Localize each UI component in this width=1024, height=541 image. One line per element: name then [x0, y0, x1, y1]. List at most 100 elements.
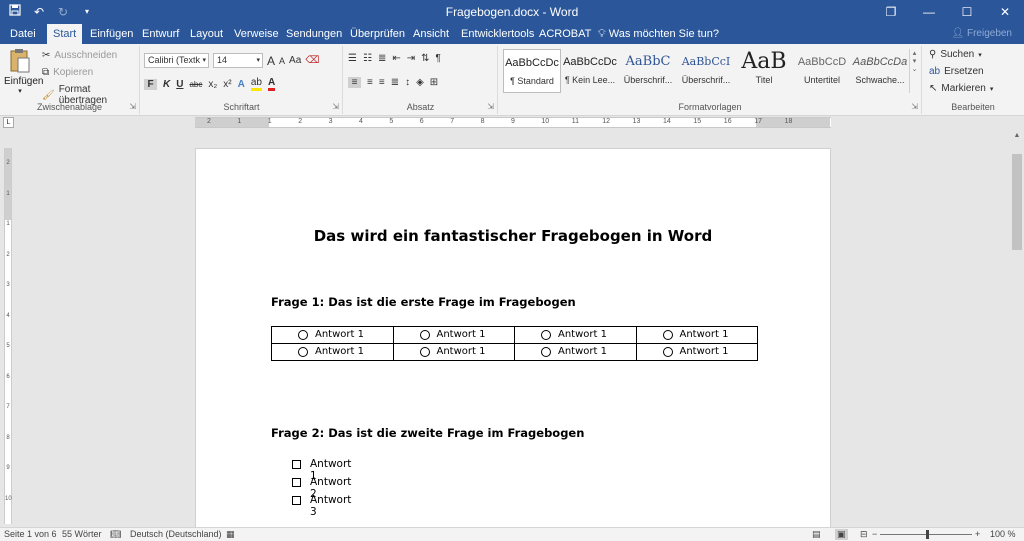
grow-font-button[interactable]: A	[267, 54, 275, 68]
paste-dropdown-icon[interactable]: ▾	[4, 87, 36, 95]
table-cell[interactable]: Antwort 1	[271, 326, 394, 344]
zoom-level[interactable]: 100 %	[990, 529, 1016, 539]
print-layout-icon[interactable]: ▣	[835, 529, 848, 540]
web-layout-icon[interactable]: ⊟	[860, 529, 868, 540]
table-cell[interactable]: Antwort 1	[635, 343, 758, 361]
style-schwache-hervorhebung[interactable]: AaBbCcDa Schwache...	[851, 49, 909, 93]
bullets-icon[interactable]: ☰	[348, 53, 357, 64]
style-untertitel[interactable]: AaBbCcD Untertitel	[793, 49, 851, 93]
checkbox-icon[interactable]	[292, 460, 301, 469]
tab-ueberpruefen[interactable]: Überprüfen	[344, 24, 411, 44]
table-cell[interactable]: Antwort 1	[271, 343, 394, 361]
tab-entwurf[interactable]: Entwurf	[136, 24, 185, 44]
read-mode-icon[interactable]: ▤	[812, 529, 821, 540]
close-button[interactable]: ✕	[986, 0, 1024, 24]
table-cell[interactable]: Antwort 1	[635, 326, 758, 344]
highlight-icon[interactable]: ab	[250, 77, 262, 91]
radio-icon[interactable]	[541, 347, 551, 357]
more-styles-icon[interactable]: ⌄	[910, 65, 919, 73]
superscript-button[interactable]: x²	[223, 79, 231, 90]
font-color-icon[interactable]: A	[267, 77, 276, 91]
page-count[interactable]: Seite 1 von 6	[4, 529, 57, 539]
multilevel-list-icon[interactable]: ≣	[378, 53, 386, 64]
borders-icon[interactable]: ⊞	[430, 77, 438, 88]
tab-einfuegen[interactable]: Einfügen	[84, 24, 139, 44]
replace-button[interactable]: ab Ersetzen	[929, 66, 984, 77]
clipboard-launcher-icon[interactable]: ⇲	[129, 102, 136, 111]
cut-button[interactable]: ✂ Ausschneiden	[42, 50, 117, 61]
radio-icon[interactable]	[662, 347, 673, 357]
clear-formatting-icon[interactable]: ⌫	[305, 55, 319, 66]
table-cell[interactable]: Antwort 1	[392, 343, 515, 361]
tab-verweise[interactable]: Verweise	[228, 24, 285, 44]
ribbon-display-options-icon[interactable]: ❐	[872, 0, 910, 24]
scroll-up-icon[interactable]: ▲	[1012, 132, 1022, 142]
tab-entwicklertools[interactable]: Entwicklertools	[455, 24, 540, 44]
table-cell[interactable]: Antwort 1	[392, 326, 515, 344]
copy-button[interactable]: ⧉ Kopieren	[42, 67, 93, 78]
find-button[interactable]: ⚲ Suchen ▾	[929, 49, 982, 60]
change-case-button[interactable]: Aa	[289, 55, 301, 66]
scrollbar-thumb[interactable]	[1012, 154, 1022, 250]
document-page[interactable]: Das wird ein fantastischer Fragebogen in…	[195, 148, 831, 528]
text-effects-icon[interactable]: A	[238, 79, 245, 90]
maximize-button[interactable]: ☐	[948, 0, 986, 24]
strikethrough-button[interactable]: abc	[189, 80, 202, 89]
table-cell[interactable]: Antwort 1	[514, 326, 637, 344]
vertical-ruler[interactable]: 2 1 1 2 3 4 5 6 7 8 9 10	[4, 148, 12, 524]
tell-me-box[interactable]: 💡︎ Was möchten Sie tun?	[592, 24, 725, 44]
style-ueberschrift-1[interactable]: AaBbC Überschrif...	[619, 49, 677, 93]
numbering-icon[interactable]: ☷	[363, 53, 372, 64]
radio-icon[interactable]	[541, 330, 551, 340]
zoom-slider-thumb[interactable]	[926, 530, 929, 539]
tab-layout[interactable]: Layout	[184, 24, 229, 44]
table-cell[interactable]: Antwort 1	[514, 343, 637, 361]
language-indicator[interactable]: Deutsch (Deutschland)	[130, 529, 222, 539]
increase-indent-icon[interactable]: ⇥	[407, 53, 415, 64]
style-titel[interactable]: AaB Titel	[735, 49, 793, 93]
chevron-down-icon[interactable]: ▾	[910, 57, 919, 65]
checkbox-icon[interactable]	[292, 478, 301, 487]
tab-ansicht[interactable]: Ansicht	[407, 24, 455, 44]
tab-datei[interactable]: Datei	[4, 24, 42, 44]
line-spacing-icon[interactable]: ↕	[405, 77, 410, 88]
checkbox-icon[interactable]	[292, 496, 301, 505]
radio-icon[interactable]	[419, 347, 430, 357]
tab-start[interactable]: Start	[47, 24, 83, 44]
radio-icon[interactable]	[662, 330, 673, 340]
tab-acrobat[interactable]: ACROBAT	[533, 24, 597, 44]
select-button[interactable]: ↖ Markieren ▾	[929, 83, 993, 94]
share-button[interactable]: 👤︎ Freigeben	[945, 26, 1018, 42]
shrink-font-button[interactable]: A	[279, 56, 285, 66]
style-kein-leerraum[interactable]: AaBbCcDc ¶ Kein Lee...	[561, 49, 619, 93]
font-name-combo[interactable]: Calibri (Textk ▾	[144, 53, 209, 68]
macro-record-icon[interactable]: ▦	[226, 529, 235, 540]
style-ueberschrift-2[interactable]: AaBbCcI Überschrif...	[677, 49, 735, 93]
pilcrow-icon[interactable]: ¶	[436, 53, 441, 64]
italic-button[interactable]: K	[163, 79, 170, 90]
subscript-button[interactable]: x₂	[208, 79, 217, 90]
zoom-in-button[interactable]: +	[975, 529, 980, 539]
radio-icon[interactable]	[298, 347, 308, 357]
word-count[interactable]: 55 Wörter	[62, 529, 102, 539]
align-center-icon[interactable]: ≡	[367, 77, 373, 88]
decrease-indent-icon[interactable]: ⇤	[392, 53, 400, 64]
styles-launcher-icon[interactable]: ⇲	[911, 102, 918, 111]
align-left-icon[interactable]: ≡	[348, 77, 361, 88]
shading-icon[interactable]: ◈	[416, 77, 424, 88]
tab-selector-icon[interactable]: L	[3, 117, 14, 128]
align-right-icon[interactable]: ≡	[379, 77, 385, 88]
underline-button[interactable]: U	[176, 79, 183, 90]
justify-icon[interactable]: ≣	[391, 77, 399, 88]
proofing-icon[interactable]: 📖︎	[110, 529, 121, 540]
horizontal-ruler[interactable]: 2 1 1 2 3 4 5 6 7 8 9 10 11 12 13 14 15 16 17 18	[195, 117, 831, 128]
paste-button[interactable]: Einfügen ▾	[4, 48, 43, 95]
tab-sendungen[interactable]: Sendungen	[280, 24, 348, 44]
vertical-scrollbar[interactable]: ▲	[1010, 130, 1024, 524]
paragraph-launcher-icon[interactable]: ⇲	[487, 102, 494, 111]
chevron-up-icon[interactable]: ▴	[910, 49, 919, 57]
zoom-out-button[interactable]: −	[872, 529, 877, 539]
radio-icon[interactable]	[419, 330, 430, 340]
font-launcher-icon[interactable]: ⇲	[332, 102, 339, 111]
sort-icon[interactable]: ⇅	[421, 53, 429, 64]
